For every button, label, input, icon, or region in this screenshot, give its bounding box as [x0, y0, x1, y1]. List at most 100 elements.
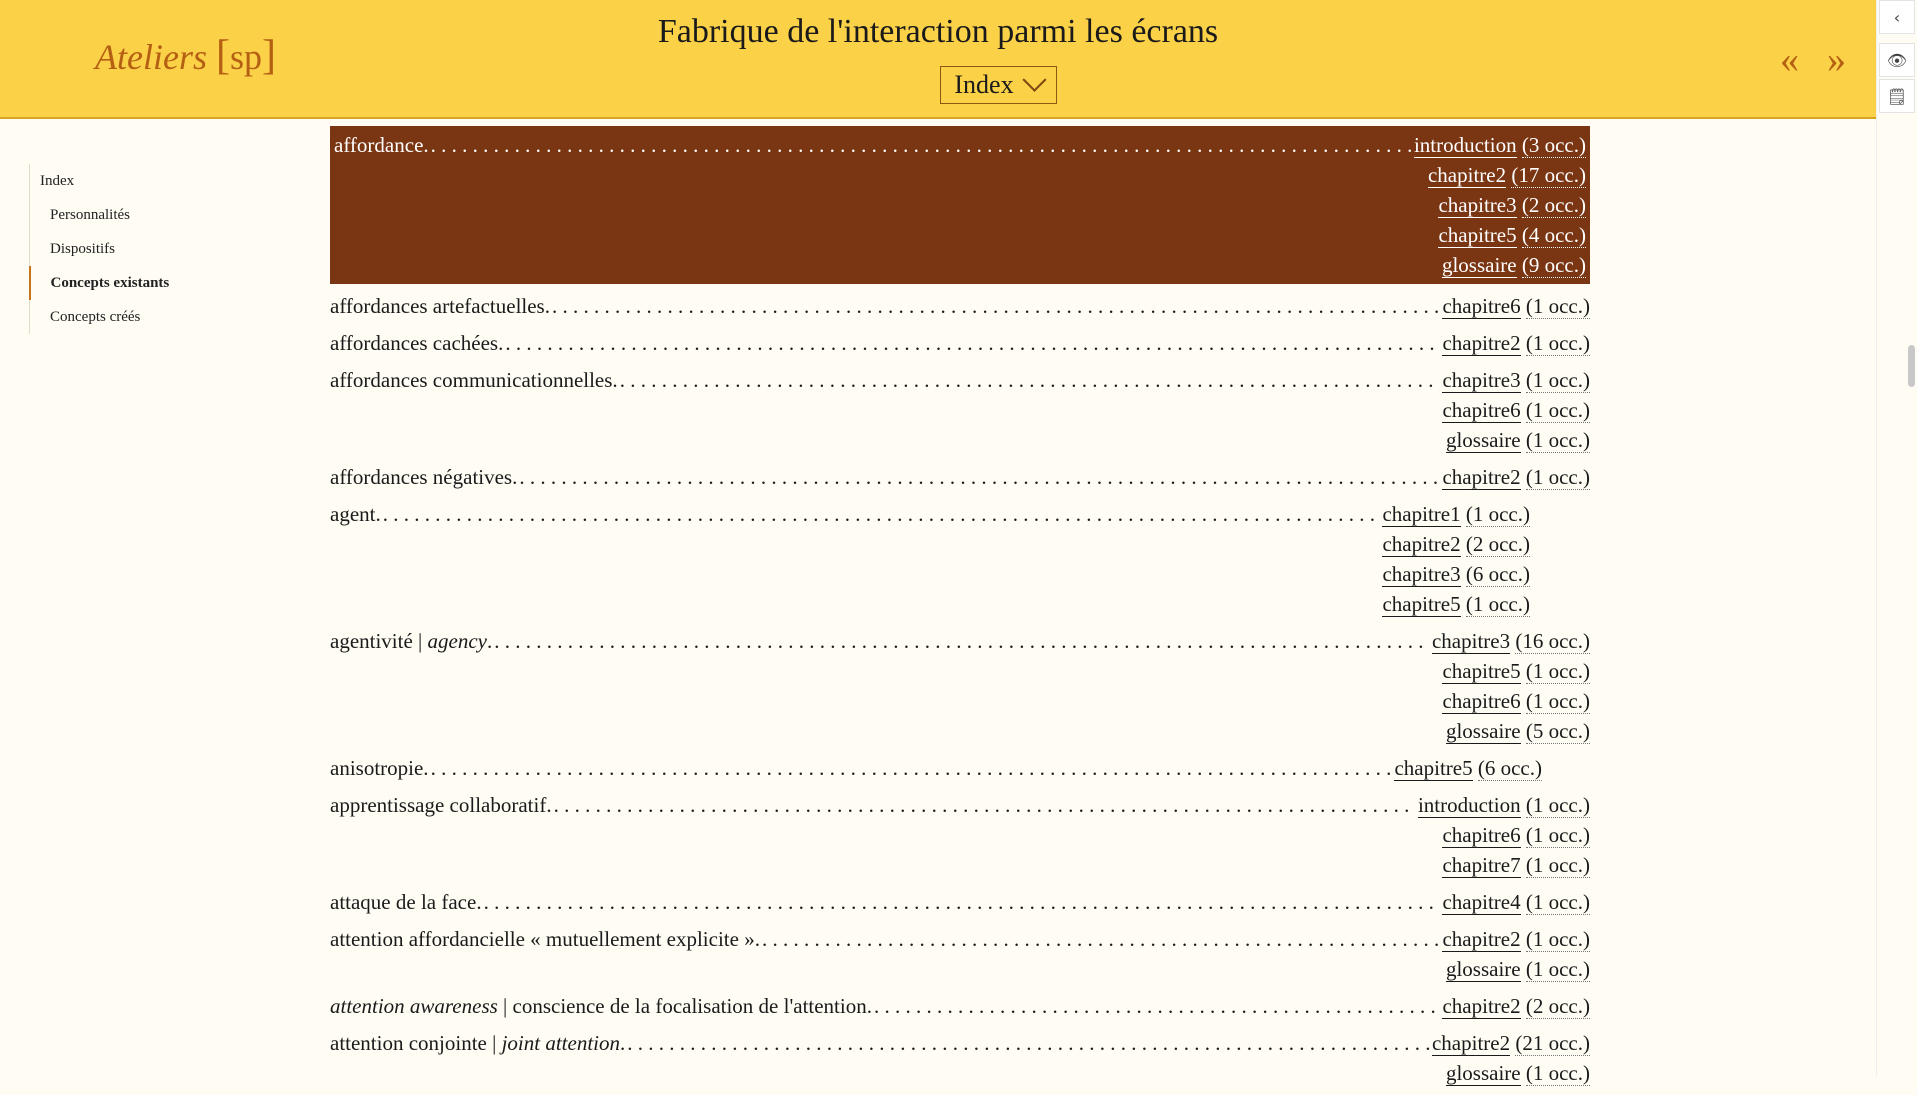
additional-references: chapitre5 (1 occ.) chapitre6 (1 occ.) glos…: [330, 656, 1590, 746]
index-term-part: .: [486, 629, 493, 653]
index-reference: chapitre2 (17 occ.): [1427, 160, 1586, 190]
occurrence-count[interactable]: (1 occ.): [1525, 465, 1590, 490]
chapter-link[interactable]: chapitre6: [1442, 398, 1521, 423]
chapter-link[interactable]: chapitre6: [1442, 294, 1521, 319]
occurrence-count[interactable]: (1 occ.): [1525, 398, 1590, 423]
chapter-link[interactable]: chapitre2: [1442, 994, 1521, 1019]
chapter-link[interactable]: chapitre3: [1382, 562, 1461, 587]
index-term: agentivité | agency.: [330, 626, 492, 656]
occurrence-count[interactable]: (1 occ.): [1525, 890, 1590, 915]
leader-dots: [431, 753, 1393, 783]
index-term: anisotropie.: [330, 756, 429, 780]
occurrence-count[interactable]: (16 occ.): [1515, 629, 1590, 654]
chapter-link[interactable]: chapitre2: [1431, 1031, 1511, 1056]
index-term-part: | conscience de la focalisation de l'att…: [497, 994, 872, 1018]
occurrence-count[interactable]: (1 occ.): [1525, 659, 1590, 684]
occurrence-count[interactable]: (2 occ.): [1521, 193, 1586, 218]
chapter-link[interactable]: glossaire: [1445, 719, 1521, 744]
occurrence-count[interactable]: (1 occ.): [1525, 428, 1590, 453]
index-term-italic: agency: [427, 629, 487, 653]
scrollbar-thumb[interactable]: [1908, 345, 1915, 387]
chapter-link[interactable]: chapitre1: [1382, 502, 1461, 527]
sidebar-item-concepts-crees[interactable]: Concepts créés: [30, 300, 169, 334]
index-reference: glossaire (1 occ.): [1445, 954, 1590, 984]
chapter-link[interactable]: chapitre3: [1442, 368, 1521, 393]
occurrence-count[interactable]: (17 occ.): [1511, 163, 1586, 188]
sidebar-item-dispositifs[interactable]: Dispositifs: [30, 232, 169, 266]
index-reference: chapitre5 (4 occ.): [1438, 220, 1586, 250]
occurrence-count[interactable]: (1 occ.): [1465, 592, 1530, 617]
chapter-link[interactable]: introduction: [1417, 793, 1521, 818]
chapter-link[interactable]: chapitre6: [1442, 689, 1521, 714]
occurrence-count[interactable]: (1 occ.): [1525, 823, 1590, 848]
occurrence-count[interactable]: (4 occ.): [1521, 223, 1586, 248]
index-reference: chapitre6 (1 occ.): [1442, 291, 1590, 321]
index-term-italic: attention awareness: [330, 994, 498, 1018]
chapter-link[interactable]: introduction: [1413, 133, 1517, 158]
chapter-link[interactable]: chapitre3: [1438, 193, 1517, 218]
leader-dots: [383, 499, 1381, 529]
chapter-link[interactable]: glossaire: [1441, 253, 1517, 278]
chapter-link[interactable]: chapitre5: [1438, 223, 1517, 248]
chapter-link[interactable]: chapitre2: [1442, 465, 1521, 490]
occurrence-count[interactable]: (5 occ.): [1525, 719, 1590, 744]
chapter-link[interactable]: chapitre4: [1442, 890, 1521, 915]
index-reference: chapitre1 (1 occ.): [1382, 499, 1530, 529]
occurrence-count[interactable]: (1 occ.): [1525, 294, 1590, 319]
chapter-link[interactable]: glossaire: [1445, 1061, 1521, 1086]
occurrence-count[interactable]: (21 occ.): [1515, 1031, 1590, 1056]
leader-dots: [505, 328, 1440, 358]
index-list: affordance.introduction (3 occ.)chapitre…: [330, 126, 1590, 1095]
eye-icon[interactable]: 👁: [1879, 43, 1915, 77]
sidebar-item-index[interactable]: Index: [30, 164, 169, 198]
note-icon[interactable]: 🗒: [1879, 79, 1915, 113]
leader-dots: [874, 991, 1441, 1021]
index-entry: affordances communicationnelles. chapitre…: [330, 365, 1590, 455]
occurrence-count[interactable]: (2 occ.): [1525, 994, 1590, 1019]
chapter-link[interactable]: chapitre2: [1382, 532, 1461, 557]
index-entry: agent.chapitre1 (1 occ.)chapitre2 (2 occ…: [330, 499, 1530, 619]
index-entry: affordance.introduction (3 occ.)chapitre…: [330, 126, 1590, 284]
occurrence-count[interactable]: (1 occ.): [1525, 1061, 1590, 1086]
occurrence-count[interactable]: (3 occ.): [1521, 133, 1586, 158]
next-page-button[interactable]: »: [1827, 40, 1846, 80]
index-term: apprentissage collaboratif.: [330, 793, 552, 817]
index-entry: affordances cachées. chapitre2 (1 occ.): [330, 328, 1590, 358]
index-term: affordances communicationnelles.: [330, 368, 618, 392]
occurrence-count[interactable]: (1 occ.): [1525, 957, 1590, 982]
chapter-link[interactable]: chapitre7: [1442, 853, 1521, 878]
occurrence-count[interactable]: (1 occ.): [1525, 927, 1590, 952]
sidebar-item-concepts-existants[interactable]: Concepts existants: [28, 266, 169, 300]
chapter-link[interactable]: chapitre5: [1382, 592, 1461, 617]
chapter-link[interactable]: chapitre5: [1442, 659, 1521, 684]
chapter-link[interactable]: glossaire: [1445, 428, 1521, 453]
occurrence-count[interactable]: (6 occ.): [1465, 562, 1530, 587]
occurrence-count[interactable]: (6 occ.): [1477, 756, 1542, 781]
chapter-link[interactable]: chapitre2: [1442, 331, 1521, 356]
chapter-link[interactable]: chapitre6: [1442, 823, 1521, 848]
section-select[interactable]: Index: [940, 66, 1057, 104]
chapter-link[interactable]: chapitre2: [1442, 927, 1521, 952]
index-term: attention affordancielle « mutuellement …: [330, 927, 760, 951]
collapse-icon[interactable]: ‹: [1879, 0, 1915, 34]
index-reference: glossaire (1 occ.): [1445, 1058, 1590, 1088]
index-reference: introduction (1 occ.): [1417, 790, 1590, 820]
previous-page-button[interactable]: «: [1780, 40, 1799, 80]
occurrence-count[interactable]: (1 occ.): [1525, 368, 1590, 393]
right-tool-rail: ‹ 👁 🗒: [1876, 0, 1917, 1076]
index-entry: attention conjointe | joint attention. ch…: [330, 1028, 1590, 1088]
chapter-link[interactable]: chapitre5: [1394, 756, 1473, 781]
occurrence-count[interactable]: (1 occ.): [1525, 331, 1590, 356]
chapter-link[interactable]: glossaire: [1445, 957, 1521, 982]
index-entry: affordances artefactuelles. chapitre6 (1 …: [330, 291, 1590, 321]
occurrence-count[interactable]: (2 occ.): [1465, 532, 1530, 557]
occurrence-count[interactable]: (9 occ.): [1521, 253, 1586, 278]
occurrence-count[interactable]: (1 occ.): [1465, 502, 1530, 527]
occurrence-count[interactable]: (1 occ.): [1525, 793, 1590, 818]
chapter-link[interactable]: chapitre3: [1431, 629, 1511, 654]
occurrence-count[interactable]: (1 occ.): [1525, 689, 1590, 714]
sidebar-item-personnalites[interactable]: Personnalités: [30, 198, 169, 232]
additional-references: glossaire (1 occ.): [330, 1058, 1590, 1088]
occurrence-count[interactable]: (1 occ.): [1525, 853, 1590, 878]
chapter-link[interactable]: chapitre2: [1427, 163, 1507, 188]
